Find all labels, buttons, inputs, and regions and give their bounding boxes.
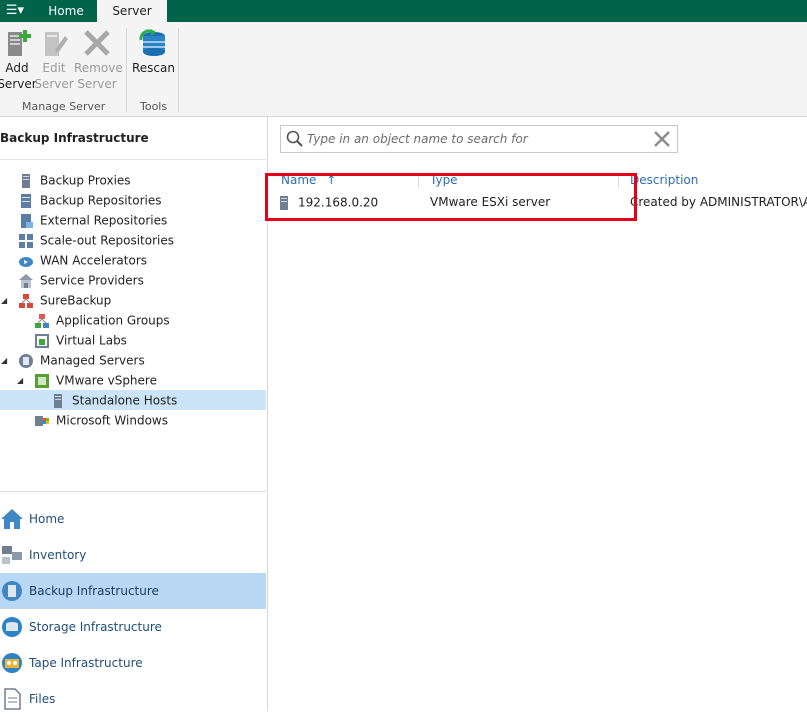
tree-item-label: VMware vSphere [56, 373, 157, 388]
remove-server-label-2: Server [77, 77, 117, 91]
nav-label: Backup Infrastructure [29, 584, 159, 598]
collapse-arrow-icon[interactable]: ◢ [17, 376, 23, 385]
nav-label: Home [29, 512, 65, 526]
server-icon [54, 393, 62, 408]
annotation-highlight-box [265, 173, 637, 221]
search-input[interactable]: Type in an object name to search for [280, 125, 678, 153]
tools-group-label: Tools [140, 100, 168, 113]
tree-item-surebackup[interactable]: SureBackup [18, 290, 111, 310]
tree-item-label: Microsoft Windows [56, 413, 168, 428]
wan-accelerator-icon [19, 256, 33, 267]
proxy-icon [22, 173, 30, 188]
tree-item-backup-proxies[interactable]: Backup Proxies [18, 170, 131, 190]
divider [0, 491, 266, 492]
nav-files[interactable]: Files [0, 681, 266, 717]
service-provider-icon [19, 273, 33, 288]
application-group-icon [35, 313, 49, 328]
external-repository-icon [21, 213, 33, 228]
tree-item-label: Backup Repositories [40, 193, 162, 208]
rescan-button[interactable]: Rescan [132, 28, 175, 76]
tree-item-label: Backup Proxies [40, 173, 131, 188]
nav-inventory[interactable]: Inventory [0, 537, 266, 573]
tree-item-microsoft-windows[interactable]: Microsoft Windows [34, 410, 168, 430]
files-icon [4, 688, 21, 710]
tree-item-label: SureBackup [40, 293, 112, 308]
clear-search-icon[interactable] [653, 130, 671, 148]
tree-item-label: Virtual Labs [56, 333, 127, 348]
tree-item-managed-servers[interactable]: Managed Servers [18, 350, 145, 370]
tree-item-standalone-hosts[interactable]: Standalone Hosts [0, 390, 266, 410]
repository-icon [21, 193, 31, 208]
tab-home[interactable]: Home [36, 0, 96, 22]
search-icon [286, 130, 303, 147]
tree-item-backup-repositories[interactable]: Backup Repositories [18, 190, 161, 210]
main-menu-button[interactable]: ☰▾ [0, 0, 30, 22]
edit-server-button[interactable]: Edit Server [34, 28, 74, 92]
ribbon-group-divider [178, 28, 179, 112]
nav-storage-infrastructure[interactable]: Storage Infrastructure [0, 609, 266, 645]
nav-label: Storage Infrastructure [29, 620, 162, 634]
edit-server-label-1: Edit [42, 61, 66, 75]
collapse-arrow-icon[interactable]: ◢ [1, 356, 7, 365]
tree-item-vmware-vsphere[interactable]: VMware vSphere [34, 370, 157, 390]
row-description: Created by ADMINISTRATOR\Adm [630, 195, 807, 209]
left-pane-title: Backup Infrastructure [0, 131, 149, 145]
tree-item-label: Standalone Hosts [72, 393, 178, 408]
tree-item-label: WAN Accelerators [40, 253, 148, 268]
inventory-icon [2, 546, 22, 564]
ribbon-tab-bar: ☰▾ Home Server [0, 0, 807, 22]
tree-item-wan-accelerators[interactable]: WAN Accelerators [18, 250, 147, 270]
tree-item-virtual-labs[interactable]: Virtual Labs [34, 330, 127, 350]
home-icon [1, 509, 23, 529]
tree-item-label: Scale-out Repositories [40, 233, 174, 248]
tree-item-application-groups[interactable]: Application Groups [34, 310, 170, 330]
add-server-icon [8, 30, 31, 56]
tree-item-external-repositories[interactable]: External Repositories [18, 210, 167, 230]
tree-item-label: Service Providers [40, 273, 144, 288]
tree-item-label: Managed Servers [40, 353, 145, 368]
collapse-arrow-icon[interactable]: ◢ [1, 296, 7, 305]
edit-server-label-2: Server [34, 77, 74, 91]
search-placeholder: Type in an object name to search for [307, 132, 528, 146]
remove-server-button[interactable]: Remove Server [74, 28, 123, 92]
surebackup-icon [19, 293, 33, 308]
add-server-label-1: Add [5, 61, 29, 75]
nav-home[interactable]: Home [0, 501, 266, 537]
tree-item-label: Application Groups [56, 313, 170, 328]
add-server-button[interactable]: Add Server [0, 28, 37, 92]
divider [0, 159, 266, 160]
nav-label: Tape Infrastructure [29, 656, 143, 670]
remove-server-label-1: Remove [74, 61, 123, 75]
left-pane: Backup Infrastructure Backup Proxies Bac… [0, 117, 268, 711]
remove-server-icon [84, 30, 110, 56]
nav-tape-infrastructure[interactable]: Tape Infrastructure [0, 645, 266, 681]
add-server-label-2: Server [0, 77, 37, 91]
tree-item-scale-out-repositories[interactable]: Scale-out Repositories [18, 230, 174, 250]
rescan-icon [139, 29, 165, 56]
manage-server-group-label: Manage Server [22, 100, 106, 113]
tape-infrastructure-icon [2, 653, 22, 673]
scale-out-repository-icon [19, 233, 33, 248]
nav-backup-infrastructure[interactable]: Backup Infrastructure [0, 573, 266, 609]
edit-server-icon [45, 32, 68, 56]
nav-label: Inventory [29, 548, 87, 562]
nav-label: Files [29, 692, 56, 706]
rescan-label: Rescan [132, 61, 175, 75]
tree-item-label: External Repositories [40, 213, 168, 228]
windows-icon [35, 415, 49, 426]
storage-infrastructure-icon [2, 617, 22, 637]
tree-item-service-providers[interactable]: Service Providers [18, 270, 144, 290]
ribbon-group-divider [126, 28, 127, 112]
virtual-lab-icon [35, 333, 49, 348]
backup-infrastructure-icon [2, 581, 22, 601]
vsphere-icon [35, 373, 49, 388]
managed-servers-icon [19, 353, 33, 368]
column-header-description[interactable]: Description [630, 172, 698, 188]
tab-server[interactable]: Server [97, 0, 167, 22]
ribbon: Add Server Edit Server Remove Server Man… [0, 22, 807, 117]
